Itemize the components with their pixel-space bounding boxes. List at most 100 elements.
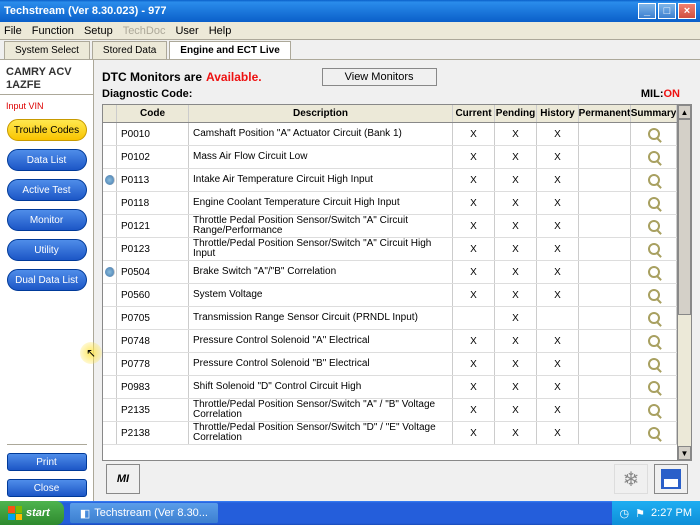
nav-trouble-codes[interactable]: Trouble Codes [7, 119, 87, 141]
table-row[interactable]: P0983Shift Solenoid "D" Control Circuit … [103, 376, 677, 399]
clock[interactable]: 2:27 PM [651, 507, 692, 519]
nav-active-test[interactable]: Active Test [7, 179, 87, 201]
menu-help[interactable]: Help [209, 25, 232, 37]
col-description[interactable]: Description [189, 105, 453, 122]
table-row[interactable]: P0010Camshaft Position "A" Actuator Circ… [103, 123, 677, 146]
system-tray[interactable]: ◷ ⚑ 2:27 PM [612, 501, 700, 525]
start-button[interactable]: start [0, 501, 64, 525]
row-status-icon [103, 284, 117, 306]
table-row[interactable]: P0102Mass Air Flow Circuit LowXXX [103, 146, 677, 169]
taskbar-app-techstream[interactable]: ◧Techstream (Ver 8.30... [70, 503, 218, 523]
magnifier-icon [648, 289, 660, 301]
cell-permanent [579, 422, 631, 444]
table-row[interactable]: P2135Throttle/Pedal Position Sensor/Swit… [103, 399, 677, 422]
magnifier-icon [648, 335, 660, 347]
menu-file[interactable]: File [4, 25, 22, 37]
cell-current: X [453, 376, 495, 398]
close-button[interactable]: Close [7, 479, 87, 497]
cell-summary-magnifier[interactable] [631, 307, 677, 329]
scroll-thumb[interactable] [678, 119, 691, 315]
cell-description: Pressure Control Solenoid "A" Electrical [189, 330, 453, 352]
cell-summary-magnifier[interactable] [631, 353, 677, 375]
cell-summary-magnifier[interactable] [631, 284, 677, 306]
menu-function[interactable]: Function [32, 25, 74, 37]
view-monitors-button[interactable]: View Monitors [322, 68, 437, 86]
tray-icon[interactable]: ⚑ [635, 507, 645, 520]
col-permanent[interactable]: Permanent [579, 105, 631, 122]
table-header: Code Description Current Pending History… [103, 105, 677, 123]
tray-icon[interactable]: ◷ [620, 507, 630, 520]
row-status-icon [103, 376, 117, 398]
cell-description: Camshaft Position "A" Actuator Circuit (… [189, 123, 453, 145]
cell-summary-magnifier[interactable] [631, 146, 677, 168]
table-row[interactable]: P0121Throttle Pedal Position Sensor/Swit… [103, 215, 677, 238]
cell-summary-magnifier[interactable] [631, 215, 677, 237]
cell-history [537, 307, 579, 329]
cell-summary-magnifier[interactable] [631, 422, 677, 444]
cell-history: X [537, 146, 579, 168]
tab-engine-ect[interactable]: Engine and ECT Live [169, 41, 290, 59]
row-status-icon [103, 215, 117, 237]
cell-summary-magnifier[interactable] [631, 169, 677, 191]
cell-code: P0778 [117, 353, 189, 375]
cell-summary-magnifier[interactable] [631, 399, 677, 421]
table-row[interactable]: P0123Throttle/Pedal Position Sensor/Swit… [103, 238, 677, 261]
save-icon[interactable] [654, 464, 688, 494]
cell-pending: X [495, 169, 537, 191]
table-row[interactable]: P0113Intake Air Temperature Circuit High… [103, 169, 677, 192]
nav-utility[interactable]: Utility [7, 239, 87, 261]
menu-techdoc: TechDoc [123, 25, 166, 37]
tab-system-select[interactable]: System Select [4, 41, 90, 59]
cell-pending: X [495, 376, 537, 398]
table-row[interactable]: P0504Brake Switch "A"/"B" CorrelationXXX [103, 261, 677, 284]
close-window-button[interactable]: × [678, 3, 696, 19]
minimize-button[interactable]: _ [638, 3, 656, 19]
cell-summary-magnifier[interactable] [631, 376, 677, 398]
menu-user[interactable]: User [175, 25, 198, 37]
nav-monitor[interactable]: Monitor [7, 209, 87, 231]
scroll-down-button[interactable]: ▼ [678, 446, 691, 460]
cell-description: Mass Air Flow Circuit Low [189, 146, 453, 168]
cell-code: P0118 [117, 192, 189, 214]
col-code[interactable]: Code [117, 105, 189, 122]
magnifier-icon [648, 312, 660, 324]
col-current[interactable]: Current [453, 105, 495, 122]
row-status-icon [103, 261, 117, 283]
col-summary[interactable]: Summary [631, 105, 677, 122]
cell-summary-magnifier[interactable] [631, 261, 677, 283]
table-row[interactable]: P2138Throttle/Pedal Position Sensor/Swit… [103, 422, 677, 445]
nav-dual-data-list[interactable]: Dual Data List [7, 269, 87, 291]
scroll-up-button[interactable]: ▲ [678, 105, 691, 119]
cell-summary-magnifier[interactable] [631, 330, 677, 352]
col-history[interactable]: History [537, 105, 579, 122]
table-row[interactable]: P0748Pressure Control Solenoid "A" Elect… [103, 330, 677, 353]
cell-current: X [453, 284, 495, 306]
cell-summary-magnifier[interactable] [631, 192, 677, 214]
table-row[interactable]: P0560System VoltageXXX [103, 284, 677, 307]
tab-stored-data[interactable]: Stored Data [92, 41, 167, 59]
maximize-button[interactable]: □ [658, 3, 676, 19]
menu-setup[interactable]: Setup [84, 25, 113, 37]
table-scrollbar[interactable]: ▲ ▼ [677, 105, 691, 460]
cell-current: X [453, 169, 495, 191]
cell-description: System Voltage [189, 284, 453, 306]
magnifier-icon [648, 174, 660, 186]
window-title: Techstream (Ver 8.30.023) - 977 [4, 5, 636, 17]
table-row[interactable]: P0118Engine Coolant Temperature Circuit … [103, 192, 677, 215]
table-row[interactable]: P0705Transmission Range Sensor Circuit (… [103, 307, 677, 330]
cell-code: P0705 [117, 307, 189, 329]
print-button[interactable]: Print [7, 453, 87, 471]
cell-description: Transmission Range Sensor Circuit (PRNDL… [189, 307, 453, 329]
col-pending[interactable]: Pending [495, 105, 537, 122]
mil-tool-icon[interactable]: MI [106, 464, 140, 494]
cell-description: Intake Air Temperature Circuit High Inpu… [189, 169, 453, 191]
input-vin-link[interactable]: Input VIN [0, 101, 93, 111]
row-status-icon [103, 422, 117, 444]
freeze-frame-icon[interactable]: ❄ [614, 464, 648, 494]
cell-description: Brake Switch "A"/"B" Correlation [189, 261, 453, 283]
cell-current: X [453, 261, 495, 283]
nav-data-list[interactable]: Data List [7, 149, 87, 171]
table-row[interactable]: P0778Pressure Control Solenoid "B" Elect… [103, 353, 677, 376]
cell-summary-magnifier[interactable] [631, 238, 677, 260]
cell-summary-magnifier[interactable] [631, 123, 677, 145]
